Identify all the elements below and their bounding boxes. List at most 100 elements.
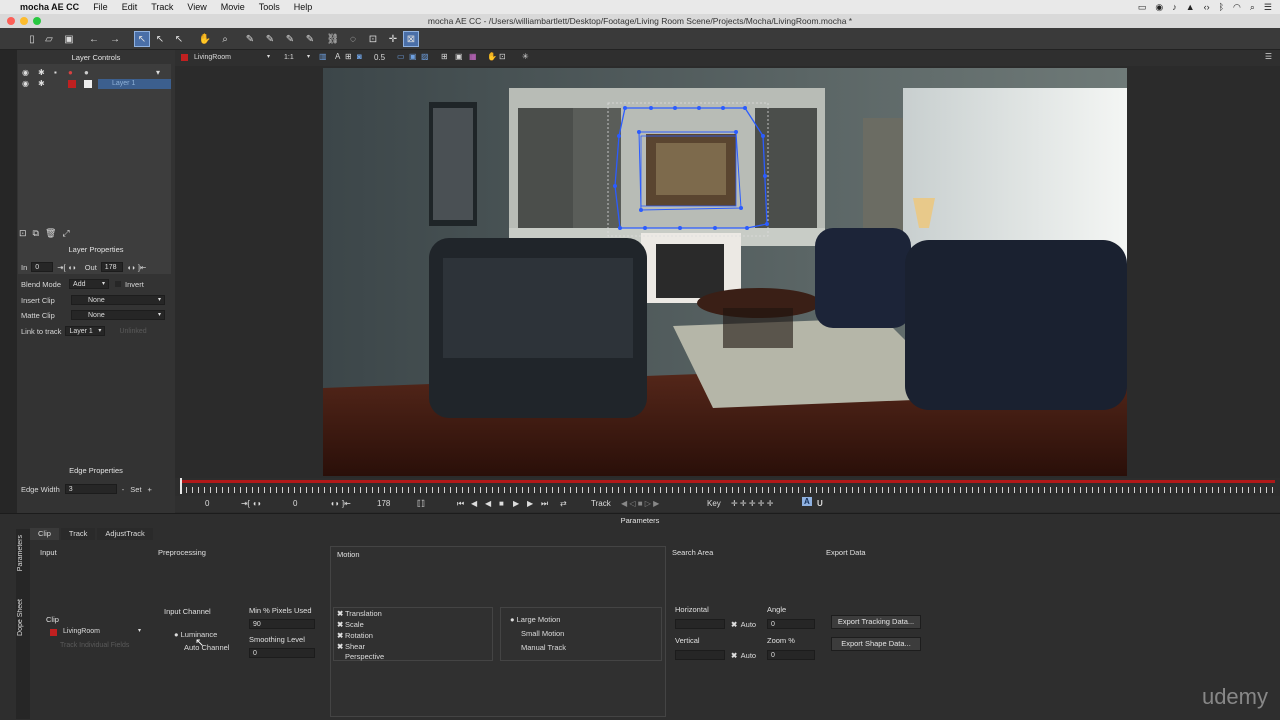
select-all-tool-icon[interactable]: ↖: [152, 31, 168, 47]
zoom-select[interactable]: 1:1: [281, 53, 313, 63]
update-key-icon[interactable]: U: [817, 499, 823, 508]
range-icon[interactable]: ⟦⟧: [417, 499, 425, 508]
menu-edit[interactable]: Edit: [122, 2, 138, 12]
scale-checkbox[interactable]: ✖ Scale: [337, 620, 364, 629]
save-project-icon[interactable]: ▣: [61, 31, 77, 47]
gear-icon[interactable]: ✱: [38, 79, 45, 88]
link-icon[interactable]: ⛓: [325, 31, 341, 47]
show-splines-icon[interactable]: ▣: [409, 52, 417, 61]
manual-track-radio[interactable]: Manual Track: [521, 643, 566, 652]
play-back-icon[interactable]: ◀: [485, 499, 491, 508]
perspective-checkbox[interactable]: Perspective: [337, 652, 384, 661]
minimize-icon[interactable]: [20, 17, 28, 25]
layer-name[interactable]: Layer 1: [98, 79, 171, 89]
smoothing-field[interactable]: 0: [249, 648, 315, 658]
export-tracking-button[interactable]: Export Tracking Data...: [831, 615, 921, 629]
center-icon[interactable]: ▣: [455, 52, 463, 61]
view-channels-icon[interactable]: ▥: [319, 52, 327, 61]
step-forward-icon[interactable]: ▶: [527, 499, 533, 508]
move-icon[interactable]: ✛: [385, 31, 401, 47]
small-motion-radio[interactable]: Small Motion: [521, 629, 564, 638]
layer-row[interactable]: ◉ ✱ Layer 1: [18, 79, 171, 89]
rotation-checkbox[interactable]: ✖ Rotation: [337, 631, 373, 640]
loop-icon[interactable]: ⇄: [560, 499, 567, 508]
zoom-icon[interactable]: [33, 17, 41, 25]
triangle-icon[interactable]: ▲: [1186, 2, 1195, 12]
layer-menu-icon[interactable]: ▾: [156, 68, 160, 77]
duplicate-layer-icon[interactable]: ⧉: [33, 228, 39, 239]
invert-checkbox[interactable]: [115, 281, 122, 287]
overlay-icon[interactable]: ⊞: [345, 52, 352, 61]
tab-clip[interactable]: Clip: [30, 528, 59, 540]
music-icon[interactable]: ♪: [1172, 2, 1177, 12]
new-project-icon[interactable]: ▯: [24, 31, 40, 47]
link-track-select[interactable]: Layer 1: [65, 326, 106, 336]
add-x-spline-tool-icon[interactable]: ✎: [262, 31, 278, 47]
viewer-menu-icon[interactable]: ☰: [1265, 52, 1272, 61]
input-clip-select[interactable]: LivingRoom: [60, 627, 144, 637]
surface-icon[interactable]: ⊡: [365, 31, 381, 47]
set-in-point-icon[interactable]: ⇥[ ◖◗: [241, 499, 262, 508]
tab-track[interactable]: Track: [60, 528, 96, 540]
zoom-tool-icon[interactable]: ⌕: [217, 31, 233, 47]
current-frame-field[interactable]: 0: [293, 499, 297, 508]
export-shape-button[interactable]: Export Shape Data...: [831, 637, 921, 651]
grid-icon[interactable]: ⊞: [441, 52, 448, 61]
vertical-auto-checkbox[interactable]: ✖ Auto: [731, 651, 756, 660]
lock-header-icon[interactable]: ▪: [54, 68, 57, 77]
expand-icon[interactable]: ⤢: [62, 228, 69, 239]
step-back-icon[interactable]: ◀: [471, 499, 477, 508]
angle-field[interactable]: 0: [767, 619, 815, 629]
range-start-field[interactable]: 0: [205, 499, 209, 508]
opacity-icon[interactable]: ◙: [357, 52, 362, 61]
insert-clip-select[interactable]: None: [71, 295, 165, 305]
vertical-field[interactable]: [675, 650, 725, 660]
pick-tool-icon[interactable]: ↖: [134, 31, 150, 47]
range-end-field[interactable]: 178: [377, 499, 390, 508]
layer-color-swatch[interactable]: [68, 80, 76, 88]
edge-set-button[interactable]: Set: [130, 485, 141, 494]
goto-out-icon[interactable]: ◖◗: [127, 263, 136, 272]
menu-file[interactable]: File: [93, 2, 108, 12]
translation-checkbox[interactable]: ✖ Translation: [337, 609, 382, 618]
camera-icon[interactable]: ▭: [1138, 2, 1147, 13]
alpha-icon[interactable]: A: [335, 52, 340, 61]
edge-minus-icon[interactable]: -: [122, 485, 125, 494]
settings-header-icon[interactable]: ✱: [38, 68, 45, 77]
menu-help[interactable]: Help: [294, 2, 313, 12]
x-spline-tool-icon[interactable]: ✎: [242, 31, 258, 47]
shear-checkbox[interactable]: ✖ Shear: [337, 642, 365, 651]
visibility-header-icon[interactable]: ◉: [22, 68, 29, 77]
track-backward-icon[interactable]: ◀ ◁ ■ ▷ ▶: [621, 499, 659, 508]
menu-movie[interactable]: Movie: [221, 2, 245, 12]
menu-track[interactable]: Track: [151, 2, 173, 12]
app-menu[interactable]: mocha AE CC: [20, 2, 79, 12]
opacity-value[interactable]: 0.5: [374, 53, 385, 62]
new-layer-icon[interactable]: ⊡: [19, 228, 27, 239]
set-in-icon[interactable]: ⇥[: [57, 263, 65, 272]
set-out-icon[interactable]: ]⇤: [138, 263, 146, 272]
auto-channel-radio[interactable]: Auto Channel: [184, 643, 229, 652]
bluetooth-icon[interactable]: ᛒ: [1219, 2, 1224, 12]
undo-icon[interactable]: ←: [86, 31, 102, 47]
delete-layer-icon[interactable]: 🗑: [45, 228, 56, 239]
show-surface-icon[interactable]: ⊠: [403, 31, 419, 47]
goto-start-icon[interactable]: ⏮: [457, 499, 464, 509]
sync-icon[interactable]: ◉: [1155, 2, 1163, 13]
set-out-point-icon[interactable]: ◖◗ ]⇤: [330, 499, 351, 508]
horizontal-auto-checkbox[interactable]: ✖ Auto: [731, 620, 756, 629]
menu-view[interactable]: View: [187, 2, 206, 12]
playhead[interactable]: [180, 478, 182, 494]
edge-width-field[interactable]: 3: [64, 484, 117, 494]
matte-swatch[interactable]: [84, 80, 92, 88]
edge-plus-icon[interactable]: +: [148, 485, 152, 494]
hand-tool-icon[interactable]: ✋: [197, 31, 213, 47]
large-motion-radio[interactable]: ● Large Motion: [510, 615, 560, 624]
play-forward-icon[interactable]: ▶: [513, 499, 519, 508]
close-icon[interactable]: [7, 17, 15, 25]
blend-mode-select[interactable]: Add: [69, 279, 110, 289]
code-icon[interactable]: ‹›: [1204, 2, 1210, 12]
search-icon[interactable]: ⌕: [1250, 2, 1255, 13]
side-tab-parameters[interactable]: Parameters: [17, 535, 29, 571]
stabilize-icon[interactable]: ▦: [469, 52, 477, 61]
